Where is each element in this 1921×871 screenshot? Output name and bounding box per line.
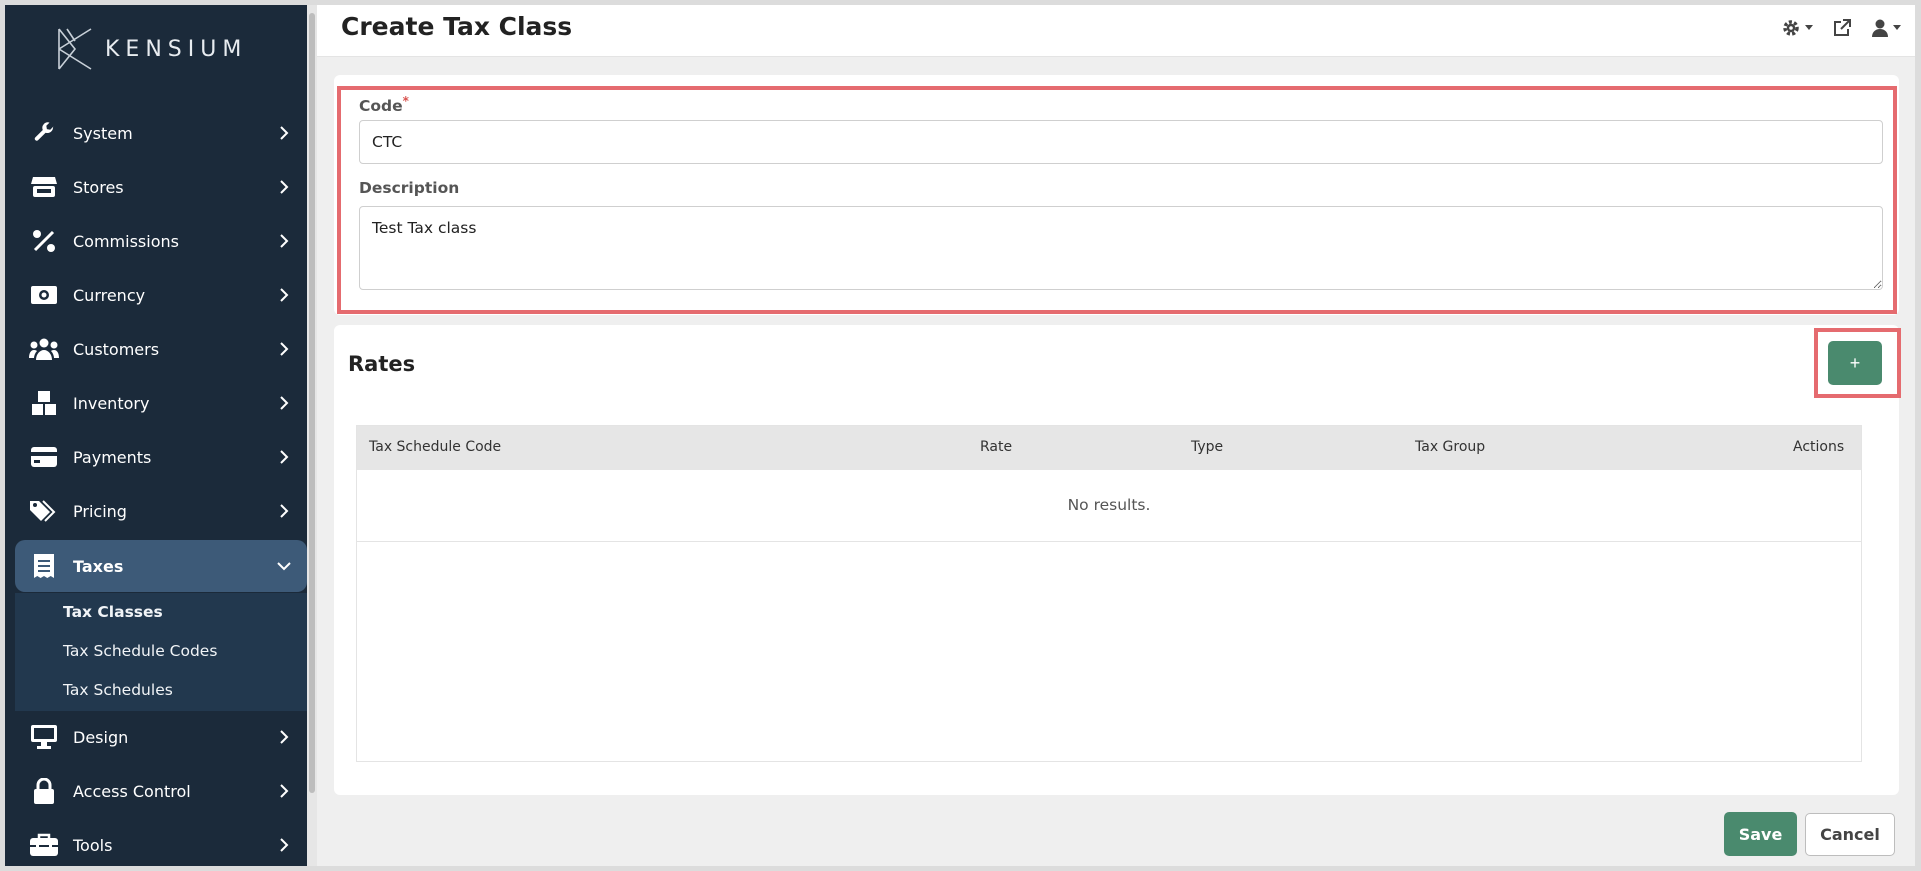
lock-icon: [29, 776, 59, 806]
sidebar-item-pricing[interactable]: Pricing: [15, 485, 307, 537]
rates-table: Tax Schedule Code Rate Type Tax Group Ac…: [356, 425, 1862, 762]
brand-name: KENSIUM: [105, 36, 248, 62]
chevron-down-icon: [271, 553, 297, 579]
chevron-right-icon: [271, 282, 297, 308]
brand-logo[interactable]: KENSIUM: [55, 27, 247, 71]
save-button[interactable]: Save: [1724, 812, 1797, 856]
settings-menu-button[interactable]: [1781, 18, 1813, 38]
app-window: KENSIUM System Stores Commissions Curren…: [5, 5, 1915, 866]
sidebar-item-taxes[interactable]: Taxes: [15, 540, 307, 592]
sidebar-item-label: Currency: [73, 285, 146, 305]
header-actions: [1781, 18, 1901, 38]
kensium-logo-icon: [58, 28, 92, 70]
sidebar-item-label: Pricing: [73, 501, 127, 521]
boxes-icon: [29, 388, 59, 418]
store-icon: [29, 172, 59, 202]
sidebar-item-label: Taxes: [73, 556, 124, 576]
chevron-right-icon: [271, 390, 297, 416]
sidebar-scrollbar[interactable]: [307, 5, 317, 866]
sidebar-item-system[interactable]: System: [15, 107, 307, 159]
add-rate-button[interactable]: +: [1828, 341, 1882, 385]
sidebar: KENSIUM System Stores Commissions Curren…: [5, 5, 317, 866]
chevron-right-icon: [271, 832, 297, 858]
sidebar-item-label: Payments: [73, 447, 152, 467]
sidebar-item-label: Design: [73, 727, 129, 747]
description-label: Description: [359, 179, 460, 197]
column-header-tax-schedule-code[interactable]: Tax Schedule Code: [369, 439, 501, 455]
page-header: Create Tax Class: [317, 5, 1915, 57]
sidebar-subitem-tax-classes[interactable]: Tax Classes: [63, 603, 163, 621]
credit-card-icon: [29, 442, 59, 472]
chevron-right-icon: [271, 498, 297, 524]
chevron-right-icon: [271, 778, 297, 804]
sidebar-subitem-tax-schedule-codes[interactable]: Tax Schedule Codes: [63, 642, 217, 660]
sidebar-item-payments[interactable]: Payments: [15, 431, 307, 483]
sidebar-item-label: Stores: [73, 177, 124, 197]
description-textarea[interactable]: Test Tax class: [359, 206, 1883, 290]
user-icon: [1872, 19, 1888, 37]
page-title: Create Tax Class: [341, 12, 573, 41]
tax-class-form: Code* Description Test Tax class: [334, 75, 1899, 315]
wrench-icon: [29, 118, 59, 148]
scrollbar-thumb[interactable]: [309, 13, 315, 793]
sidebar-item-design[interactable]: Design: [15, 711, 307, 763]
user-menu-button[interactable]: [1871, 19, 1901, 37]
sidebar-item-commissions[interactable]: Commissions: [15, 215, 307, 267]
chevron-right-icon: [271, 228, 297, 254]
money-bill-icon: [29, 280, 59, 310]
chevron-right-icon: [271, 444, 297, 470]
sidebar-item-inventory[interactable]: Inventory: [15, 377, 307, 429]
rates-title: Rates: [348, 352, 416, 376]
caret-down-icon: [1805, 25, 1813, 30]
cancel-button[interactable]: Cancel: [1805, 813, 1895, 856]
chevron-right-icon: [271, 336, 297, 362]
rates-section: Rates + Tax Schedule Code Rate Type Tax …: [334, 325, 1901, 795]
code-label-text: Code: [359, 97, 403, 116]
sidebar-item-label: Tools: [73, 835, 113, 855]
external-link-icon: [1834, 19, 1851, 36]
sidebar-item-label: Access Control: [73, 781, 191, 801]
code-label: Code*: [359, 94, 409, 115]
sidebar-item-customers[interactable]: Customers: [15, 323, 307, 375]
code-input[interactable]: [359, 120, 1883, 164]
users-icon: [29, 334, 59, 364]
sidebar-item-access-control[interactable]: Access Control: [15, 765, 307, 817]
column-header-rate[interactable]: Rate: [980, 439, 1012, 455]
sidebar-subitem-tax-schedules[interactable]: Tax Schedules: [63, 681, 173, 699]
sidebar-item-currency[interactable]: Currency: [15, 269, 307, 321]
table-header: Tax Schedule Code Rate Type Tax Group Ac…: [357, 426, 1861, 470]
column-header-tax-group[interactable]: Tax Group: [1415, 439, 1485, 455]
caret-down-icon: [1893, 25, 1901, 30]
receipt-icon: [29, 551, 59, 581]
sidebar-item-label: System: [73, 123, 133, 143]
percent-icon: [29, 226, 59, 256]
chevron-right-icon: [271, 174, 297, 200]
sidebar-item-label: Inventory: [73, 393, 150, 413]
empty-state-text: No results.: [1067, 496, 1151, 514]
open-external-button[interactable]: [1833, 19, 1851, 37]
tags-icon: [29, 496, 59, 526]
chevron-right-icon: [271, 120, 297, 146]
sidebar-item-label: Customers: [73, 339, 160, 359]
toolbox-icon: [29, 830, 59, 860]
sidebar-item-tools[interactable]: Tools: [15, 819, 307, 866]
gear-icon: [1783, 20, 1799, 36]
required-marker: *: [402, 94, 409, 108]
column-header-actions: Actions: [1793, 439, 1845, 455]
desktop-icon: [29, 722, 59, 752]
sidebar-item-stores[interactable]: Stores: [15, 161, 307, 213]
table-row-empty: No results.: [357, 470, 1861, 542]
chevron-right-icon: [271, 724, 297, 750]
sidebar-item-label: Commissions: [73, 231, 179, 251]
column-header-type[interactable]: Type: [1191, 439, 1223, 455]
